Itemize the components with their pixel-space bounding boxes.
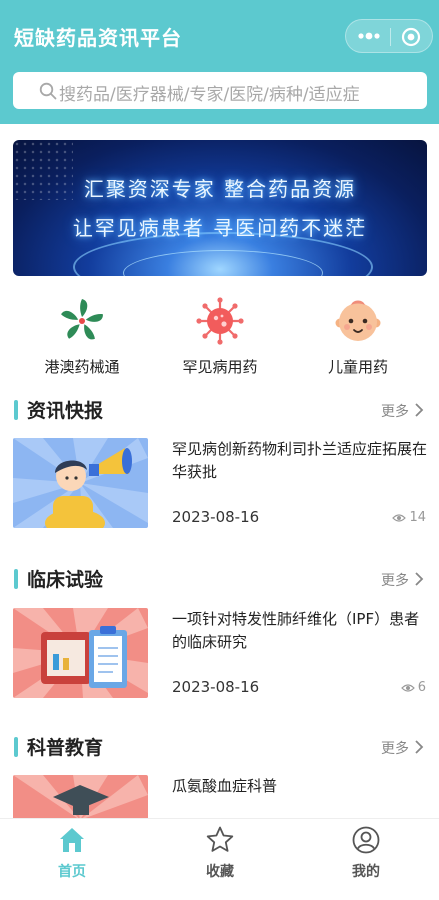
bauhinia-flower-icon [57,296,107,346]
article-date: 2023-08-16 [172,678,260,696]
article-title: 罕见病创新药物利司扑兰适应症拓展在华获批 [172,440,428,481]
chevron-right-icon[interactable] [414,739,424,755]
header: 短缺药品资讯平台 搜药品/医疗器械/专家/医院/病种/适应症 [0,0,439,124]
search-icon [39,82,57,100]
more-options-icon[interactable] [356,28,382,44]
virus-icon [195,296,245,346]
section-accent-bar [14,569,18,589]
section-title: 临床试验 [27,569,104,591]
banner-line-2: 让罕见病患者 寻医问药不迷茫 [72,216,368,240]
capsule-divider [390,28,391,46]
tab-favorites[interactable]: 收藏 [170,825,270,881]
app-title: 短缺药品资讯平台 [14,26,182,50]
home-icon [57,825,87,855]
baby-face-icon [333,296,383,346]
more-link[interactable]: 更多 [381,401,409,421]
section-accent-bar [14,737,18,757]
article-date: 2023-08-16 [172,508,260,526]
tab-label: 收藏 [206,864,234,880]
article-title: 一项针对特发性肺纤维化（IPF）患者的临床研究 [172,610,420,651]
chevron-right-icon[interactable] [414,571,424,587]
tab-home[interactable]: 首页 [22,825,122,881]
section-title: 科普教育 [27,737,104,759]
article-title: 瓜氨酸血症科普 [172,777,278,795]
quick-link-hk-macau[interactable]: 港澳药械通 [22,296,142,377]
view-count: 6 [400,680,426,695]
quick-link-label: 罕见病用药 [182,358,258,376]
view-count: 14 [392,510,426,525]
quick-link-label: 港澳药械通 [44,358,120,376]
list-item[interactable]: 罕见病创新药物利司扑兰适应症拓展在华获批 2023-08-16 14 [0,438,439,528]
bottom-tab-bar: 首页 收藏 我的 [0,818,439,900]
more-link[interactable]: 更多 [381,570,409,590]
chevron-right-icon[interactable] [414,402,424,418]
quick-link-label: 儿童用药 [327,358,388,376]
tab-label: 我的 [352,864,380,880]
quick-link-rare-disease[interactable]: 罕见病用药 [160,296,280,377]
section-title: 资讯快报 [27,400,104,422]
section-education-header: 科普教育 更多 [0,733,439,761]
mini-program-capsule [345,19,433,53]
user-icon [351,825,381,855]
eye-icon [392,514,407,522]
star-icon [205,825,235,855]
search-placeholder: 搜药品/医疗器械/专家/医院/病种/适应症 [59,85,360,105]
section-news-header: 资讯快报 更多 [0,396,439,424]
promo-banner[interactable]: 汇聚资深专家 整合药品资源 让罕见病患者 寻医问药不迷茫 [13,140,427,276]
search-input[interactable]: 搜药品/医疗器械/专家/医院/病种/适应症 [13,72,427,109]
close-miniprogram-icon[interactable] [401,27,421,47]
eye-icon [400,684,415,692]
list-item[interactable]: 一项针对特发性肺纤维化（IPF）患者的临床研究 2023-08-16 6 [0,608,439,698]
banner-line-1: 汇聚资深专家 整合药品资源 [83,177,357,201]
quick-link-pediatric[interactable]: 儿童用药 [298,296,418,377]
view-count-number: 14 [409,510,426,525]
tab-label: 首页 [58,864,86,880]
section-clinical-header: 临床试验 更多 [0,565,439,593]
view-count-number: 6 [417,680,426,695]
tab-profile[interactable]: 我的 [316,825,416,881]
section-accent-bar [14,400,18,420]
more-link[interactable]: 更多 [381,738,409,758]
article-thumbnail [13,438,148,528]
article-thumbnail [13,608,148,698]
